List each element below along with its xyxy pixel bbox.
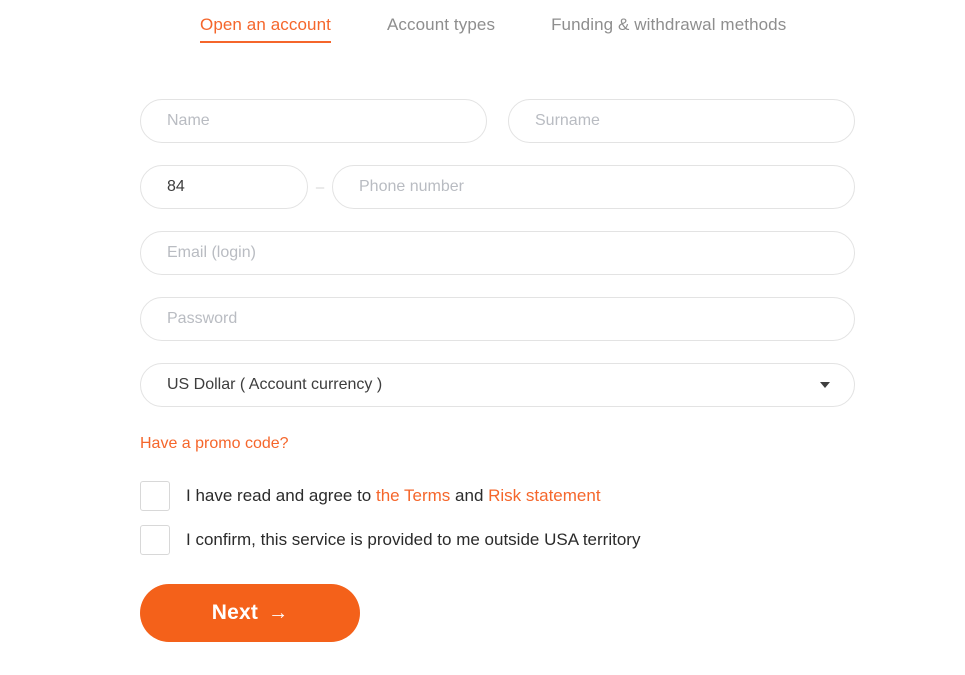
terms-link[interactable]: the Terms — [376, 486, 450, 505]
account-currency-select[interactable]: US Dollar ( Account currency ) — [140, 363, 855, 407]
terms-consent-label: I have read and agree to the Terms and R… — [186, 484, 601, 508]
registration-page: Open an account Account types Funding & … — [0, 0, 965, 675]
usa-territory-text: I confirm, this service is provided to m… — [186, 530, 641, 549]
email-input[interactable]: Email (login) — [140, 231, 855, 275]
password-row: Password — [140, 297, 855, 341]
email-placeholder: Email (login) — [167, 244, 256, 261]
country-code-value: 84 — [167, 178, 185, 195]
registration-form: Name Surname 84 – Phone number Email (lo… — [140, 99, 855, 642]
account-currency-value: US Dollar ( Account currency ) — [167, 376, 383, 393]
risk-statement-link[interactable]: Risk statement — [488, 486, 600, 505]
surname-input[interactable]: Surname — [508, 99, 855, 143]
terms-text-prefix: I have read and agree to — [186, 486, 376, 505]
name-input[interactable]: Name — [140, 99, 487, 143]
phone-separator: – — [315, 178, 325, 196]
usa-territory-consent-label: I confirm, this service is provided to m… — [186, 528, 640, 552]
name-placeholder: Name — [167, 112, 210, 129]
password-placeholder: Password — [167, 310, 238, 327]
promo-code-link[interactable]: Have a promo code? — [140, 435, 289, 453]
currency-row: US Dollar ( Account currency ) — [140, 363, 855, 407]
tab-open-an-account[interactable]: Open an account — [200, 14, 331, 43]
tab-label: Open an account — [200, 15, 331, 34]
country-code-input[interactable]: 84 — [140, 165, 308, 209]
arrow-right-icon: → — [268, 601, 289, 624]
terms-text-middle: and — [450, 486, 489, 505]
tab-bar: Open an account Account types Funding & … — [0, 0, 965, 43]
email-row: Email (login) — [140, 231, 855, 275]
tab-label: Funding & withdrawal methods — [551, 15, 787, 34]
tab-label: Account types — [386, 15, 496, 34]
name-row: Name Surname — [140, 99, 855, 143]
phone-placeholder: Phone number — [359, 178, 464, 195]
terms-checkbox[interactable] — [140, 481, 170, 511]
usa-territory-checkbox[interactable] — [140, 525, 170, 555]
next-button-label: Next — [211, 601, 259, 624]
surname-placeholder: Surname — [535, 112, 600, 129]
chevron-down-icon — [820, 382, 830, 388]
terms-consent-row: I have read and agree to the Terms and R… — [140, 481, 855, 511]
usa-territory-consent-row: I confirm, this service is provided to m… — [140, 525, 855, 555]
next-button[interactable]: Next → — [140, 584, 360, 642]
phone-row: 84 – Phone number — [140, 165, 855, 209]
tab-account-types[interactable]: Account types — [387, 14, 495, 41]
tab-funding-withdrawal-methods[interactable]: Funding & withdrawal methods — [551, 14, 786, 41]
password-input[interactable]: Password — [140, 297, 855, 341]
phone-number-input[interactable]: Phone number — [332, 165, 855, 209]
